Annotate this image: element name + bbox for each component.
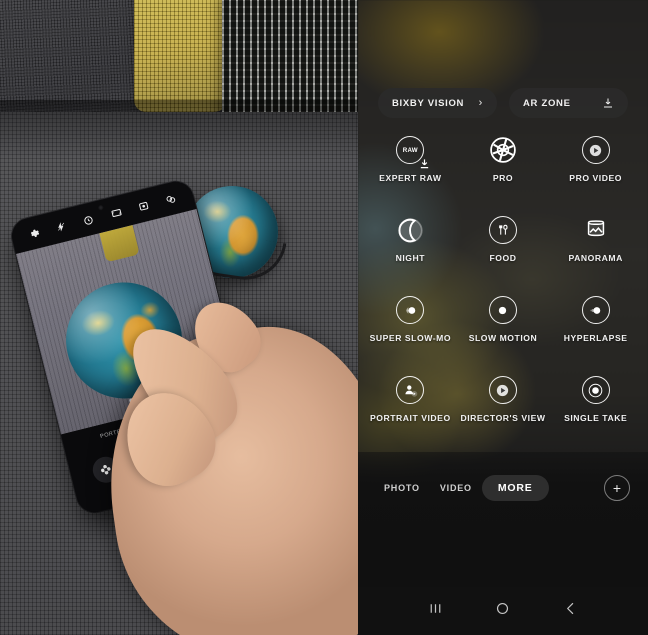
mode-label: FOOD xyxy=(489,253,517,263)
mode-night[interactable]: NIGHT xyxy=(364,216,457,272)
settings-gear-icon xyxy=(27,226,40,239)
tab-more[interactable]: MORE xyxy=(481,475,549,501)
slow-motion-icon xyxy=(488,296,517,324)
mode-hyperlapse[interactable]: HYPERLAPSE xyxy=(549,296,642,352)
camera-more-panel: BIXBY VISION › AR ZONE RAW EXPERT RAW PR… xyxy=(358,0,648,635)
moon-icon xyxy=(396,216,424,244)
chevron-right-icon: › xyxy=(478,97,483,109)
mode-label: SLOW MOTION xyxy=(468,333,538,343)
mode-label: PRO xyxy=(492,173,514,183)
mode-food[interactable]: FOOD xyxy=(457,216,550,272)
flash-off-icon xyxy=(54,220,67,233)
mode-label: HYPERLAPSE xyxy=(563,333,628,343)
download-icon xyxy=(602,97,614,109)
mode-label: SINGLE TAKE xyxy=(564,413,628,423)
home-icon[interactable] xyxy=(494,600,511,622)
download-icon xyxy=(419,156,430,169)
shortcut-pills: BIXBY VISION › AR ZONE xyxy=(358,88,648,118)
raw-icon: RAW xyxy=(396,136,429,169)
camera-mode-grid: RAW EXPERT RAW PRO PRO VIDEO NIGHT FOOD … xyxy=(358,136,648,432)
mode-label: PRO VIDEO xyxy=(569,173,622,183)
super-slow-mo-icon xyxy=(396,296,425,324)
play-circle-icon xyxy=(581,136,610,164)
mode-label: EXPERT RAW xyxy=(379,173,442,183)
aperture-icon xyxy=(489,136,517,164)
motion-photo-icon xyxy=(137,199,150,212)
tab-photo[interactable]: PHOTO xyxy=(374,476,430,500)
android-nav-bar xyxy=(358,587,648,635)
fork-spoon-icon xyxy=(488,216,517,244)
aspect-ratio-icon xyxy=(109,206,122,219)
hyperlapse-icon xyxy=(581,296,610,324)
product-photo: 1x PORTRAIT PHOTO VIDEO ||| ◯ ‹ xyxy=(0,0,358,635)
mode-pro-video[interactable]: PRO VIDEO xyxy=(549,136,642,192)
mode-label: SUPER SLOW-MO xyxy=(369,333,452,343)
mode-directors-view[interactable]: DIRECTOR'S VIEW xyxy=(457,376,550,432)
timer-icon xyxy=(82,213,95,226)
directors-view-icon xyxy=(488,376,517,404)
mode-label: PANORAMA xyxy=(568,253,623,263)
mode-portrait-video[interactable]: PORTRAIT VIDEO xyxy=(364,376,457,432)
yellow-cushion xyxy=(134,0,228,112)
add-mode-button[interactable]: + xyxy=(604,475,630,501)
ar-zone-pill[interactable]: AR ZONE xyxy=(509,88,628,118)
back-icon[interactable] xyxy=(562,600,579,622)
bixby-vision-pill[interactable]: BIXBY VISION › xyxy=(378,88,497,118)
bixby-vision-label: BIXBY VISION xyxy=(392,97,465,109)
mode-slow-motion[interactable]: SLOW MOTION xyxy=(457,296,550,352)
screenshot-root: 1x PORTRAIT PHOTO VIDEO ||| ◯ ‹ xyxy=(0,0,648,635)
camera-mode-bar: PHOTO VIDEO MORE + xyxy=(358,468,648,508)
mode-pro[interactable]: PRO xyxy=(457,136,550,192)
filters-icon xyxy=(164,192,177,205)
mode-super-slow-mo[interactable]: SUPER SLOW-MO xyxy=(364,296,457,352)
seat-shadow xyxy=(0,100,358,160)
mode-expert-raw[interactable]: RAW EXPERT RAW xyxy=(364,136,457,192)
mode-panorama[interactable]: PANORAMA xyxy=(549,216,642,272)
recents-icon[interactable] xyxy=(427,600,444,622)
panorama-icon xyxy=(582,216,610,244)
single-take-icon xyxy=(581,376,610,404)
mode-label: DIRECTOR'S VIEW xyxy=(460,413,546,423)
mode-single-take[interactable]: SINGLE TAKE xyxy=(549,376,642,432)
portrait-video-icon xyxy=(396,376,425,404)
tab-video[interactable]: VIDEO xyxy=(430,476,482,500)
mode-label: NIGHT xyxy=(395,253,426,263)
mode-label: PORTRAIT VIDEO xyxy=(369,413,451,423)
ar-zone-label: AR ZONE xyxy=(523,97,571,109)
